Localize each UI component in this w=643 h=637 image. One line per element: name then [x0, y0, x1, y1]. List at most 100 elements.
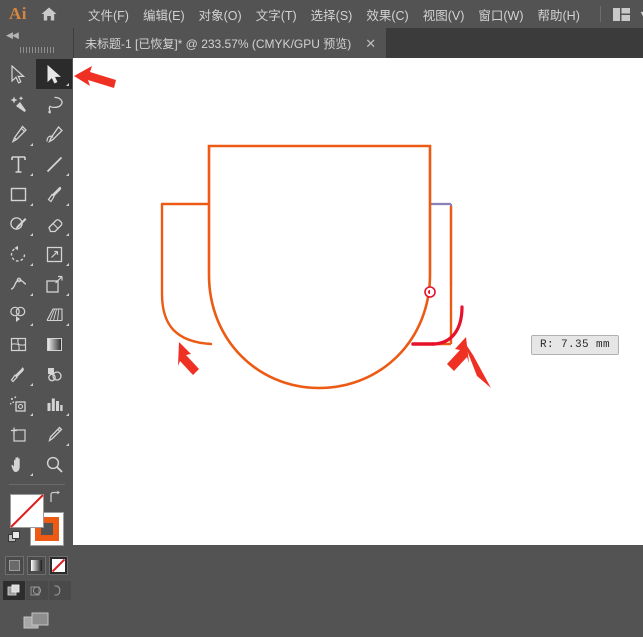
menu-object[interactable]: 对象(O) [192, 1, 249, 28]
left-flap-path [160, 202, 213, 346]
rectangle-tool[interactable] [0, 179, 36, 209]
fill-swatch[interactable] [10, 494, 44, 528]
swap-fill-stroke-icon[interactable] [48, 490, 62, 504]
line-segment-tool[interactable] [36, 149, 72, 179]
annotation-arrow-tool [74, 66, 116, 88]
draw-normal-button[interactable] [2, 581, 25, 600]
gradient-mode-glyph [31, 560, 42, 571]
close-icon[interactable]: ✕ [365, 37, 376, 50]
tool-flyout-indicator [30, 413, 33, 416]
paintbrush-tool[interactable] [36, 179, 72, 209]
color-mode-button[interactable] [5, 556, 24, 575]
gradient-mode-button[interactable] [27, 556, 46, 575]
tools-panel: ◀◀ [0, 28, 74, 629]
corner-radius-widget[interactable] [424, 286, 436, 298]
document-tab[interactable]: 未标题-1 [已恢复]* @ 233.57% (CMYK/GPU 预览) ✕ [73, 28, 387, 58]
tool-flyout-indicator [30, 323, 33, 326]
tool-flyout-indicator [30, 143, 33, 146]
tool-flyout-indicator [30, 233, 33, 236]
tool-flyout-indicator [66, 293, 69, 296]
tool-flyout-indicator [30, 473, 33, 476]
radius-tooltip: R: 7.35 mm [531, 335, 620, 355]
menu-type[interactable]: 文字(T) [249, 1, 304, 28]
scale-tool[interactable] [36, 239, 72, 269]
menu-help[interactable]: 帮助(H) [531, 1, 587, 28]
default-fill-stroke-icon[interactable] [8, 531, 21, 544]
tool-flyout-indicator [66, 263, 69, 266]
curvature-tool[interactable] [36, 119, 72, 149]
selection-tool[interactable] [0, 59, 36, 89]
toolbar-collapse-button[interactable]: ◀◀ [0, 28, 73, 44]
tool-flyout-indicator [30, 383, 33, 386]
fill-stroke-cluster [0, 490, 72, 552]
artwork-svg [160, 144, 491, 390]
illustrator-window: Ai 文件(F) 编辑(E) 对象(O) 文字(T) 选择(S) 效果(C) 视… [0, 0, 643, 629]
gradient-tool[interactable] [36, 329, 72, 359]
paint-mode-row [0, 556, 73, 575]
direct-selection-tool[interactable] [36, 59, 72, 89]
zoom-tool[interactable] [36, 449, 72, 479]
menu-view[interactable]: 视图(V) [416, 1, 472, 28]
free-transform-tool[interactable] [36, 269, 72, 299]
menu-bar-right: ▼ [587, 6, 643, 22]
menu-bar: Ai 文件(F) 编辑(E) 对象(O) 文字(T) 选择(S) 效果(C) 视… [0, 0, 643, 28]
tool-flyout-indicator [66, 323, 69, 326]
document-canvas[interactable]: R: 7.35 mm [73, 58, 643, 545]
workspace-switcher-icon[interactable] [612, 7, 630, 21]
eyedropper-tool[interactable] [0, 359, 36, 389]
rotate-tool[interactable] [0, 239, 36, 269]
tool-grid [0, 59, 72, 479]
fill-none-indicator [10, 494, 44, 528]
none-mode-glyph [52, 559, 65, 572]
eraser-tool[interactable] [36, 209, 72, 239]
column-graph-tool[interactable] [36, 389, 72, 419]
draw-mode-row [0, 581, 73, 600]
color-mode-glyph [9, 560, 20, 571]
main-shield-path [207, 144, 432, 390]
annotation-arrow-left-corner [178, 342, 199, 375]
tool-flyout-indicator [66, 233, 69, 236]
app-logo: Ai [9, 4, 27, 23]
tool-flyout-indicator [30, 203, 33, 206]
draw-inside-button[interactable] [48, 581, 71, 600]
menu-item-list: 文件(F) 编辑(E) 对象(O) 文字(T) 选择(S) 效果(C) 视图(V… [81, 1, 587, 28]
tool-flyout-indicator [66, 443, 69, 446]
menu-file[interactable]: 文件(F) [81, 1, 136, 28]
hand-tool[interactable] [0, 449, 36, 479]
menu-effect[interactable]: 效果(C) [359, 1, 415, 28]
symbol-sprayer-tool[interactable] [0, 389, 36, 419]
toolbar-drag-grip[interactable] [19, 47, 54, 53]
screen-mode-icon[interactable] [22, 610, 52, 632]
corner-radius-preview-arc [430, 305, 464, 346]
none-mode-button[interactable] [49, 556, 68, 575]
annotation-arrow-right-corner [447, 337, 491, 388]
default-fill-box [12, 531, 20, 539]
width-tool[interactable] [0, 269, 36, 299]
tool-flyout-indicator [30, 263, 33, 266]
type-tool[interactable] [0, 149, 36, 179]
menu-divider-right [599, 6, 601, 22]
toolbar-separator [8, 484, 65, 485]
shaper-tool[interactable] [0, 209, 36, 239]
artboard-tool[interactable] [0, 419, 36, 449]
lasso-tool[interactable] [36, 89, 72, 119]
tool-flyout-indicator [66, 173, 69, 176]
blend-tool[interactable] [36, 359, 72, 389]
pen-tool[interactable] [0, 119, 36, 149]
chevron-down-icon[interactable]: ▼ [639, 9, 643, 19]
tool-flyout-indicator [66, 83, 69, 86]
tool-flyout-indicator [66, 203, 69, 206]
tool-flyout-indicator [30, 293, 33, 296]
menu-edit[interactable]: 编辑(E) [136, 1, 192, 28]
draw-behind-button[interactable] [25, 581, 48, 600]
tool-flyout-indicator [66, 413, 69, 416]
menu-window[interactable]: 窗口(W) [471, 1, 530, 28]
slice-tool[interactable] [36, 419, 72, 449]
magic-wand-tool[interactable] [0, 89, 36, 119]
document-tab-bar: 未标题-1 [已恢复]* @ 233.57% (CMYK/GPU 预览) ✕ [73, 28, 643, 58]
mesh-tool[interactable] [0, 329, 36, 359]
menu-select[interactable]: 选择(S) [304, 1, 360, 28]
home-icon[interactable] [40, 6, 58, 22]
perspective-grid-tool[interactable] [36, 299, 72, 329]
shape-builder-tool[interactable] [0, 299, 36, 329]
